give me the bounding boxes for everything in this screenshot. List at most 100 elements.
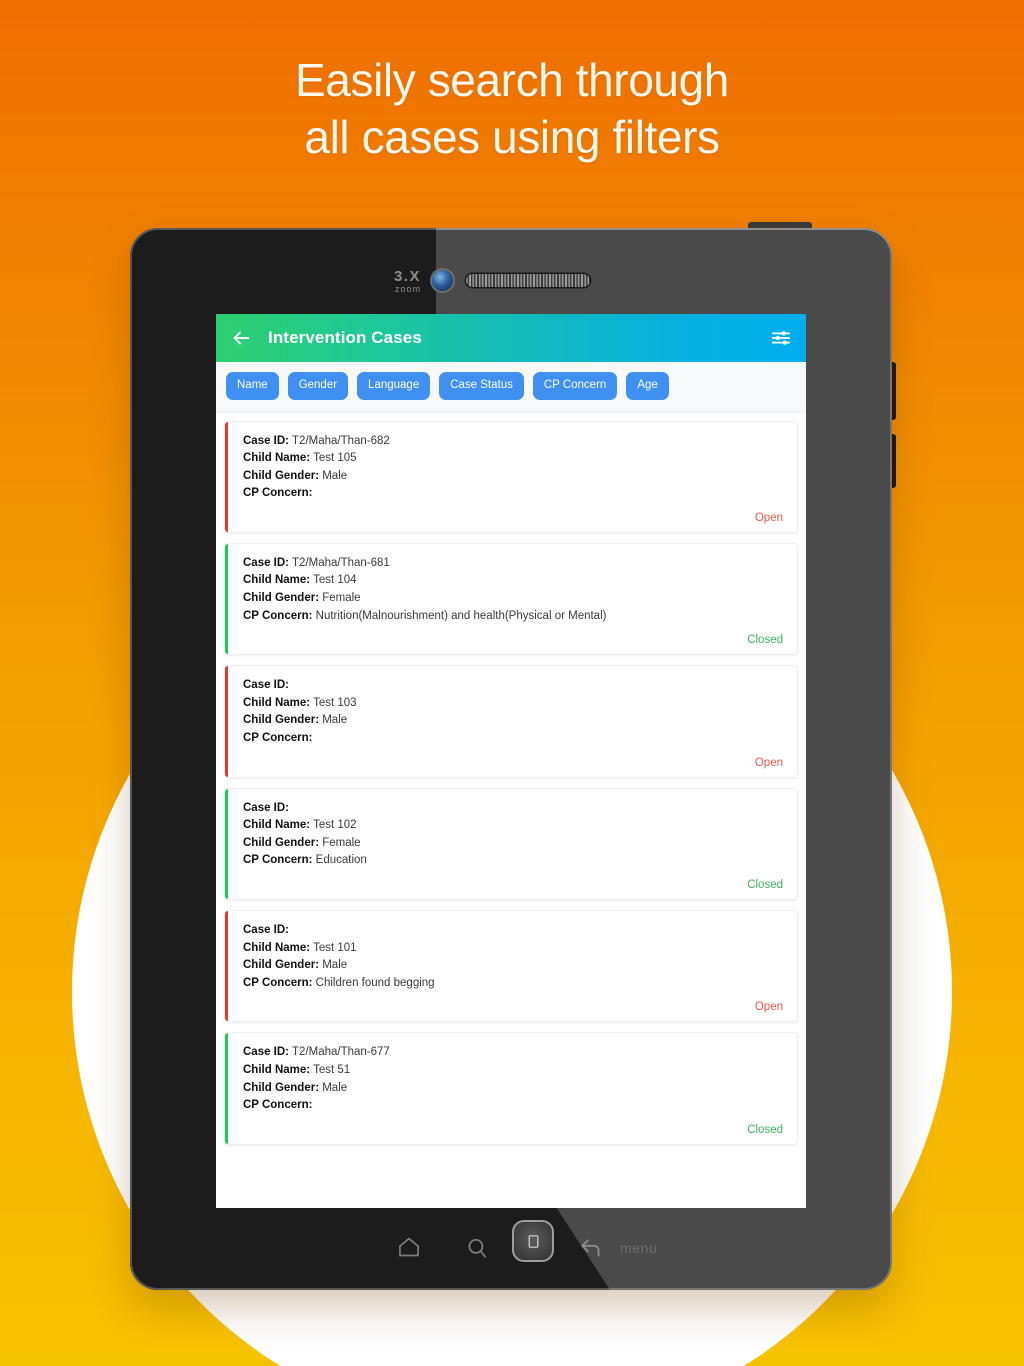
case-card[interactable]: Case ID: Child Name: Test 101 Child Gender…: [224, 910, 798, 1023]
case-field-row: Child Gender: Male: [243, 468, 783, 486]
case-field-row: Case ID: T2/Maha/Than-681: [243, 555, 783, 573]
filter-chip-case-status[interactable]: Case Status: [439, 372, 524, 400]
child-name-value: Test 101: [310, 941, 357, 954]
case-list: Case ID: T2/Maha/Than-682 Child Name: Tes…: [216, 412, 806, 1208]
promo-background: Easily search through all cases using fi…: [0, 0, 1024, 1366]
speaker-grille: [466, 274, 590, 287]
case-field-row: Child Name: Test 51: [243, 1062, 783, 1080]
case-card[interactable]: Case ID: Child Name: Test 102 Child Gender…: [224, 787, 798, 900]
case-field-row: Child Name: Test 102: [243, 817, 783, 835]
case-field-row: Child Gender: Male: [243, 712, 783, 730]
case-field-row: CP Concern:: [243, 1097, 783, 1115]
case-field-row: CP Concern: Nutrition(Malnourishment) an…: [243, 608, 783, 626]
case-field-row: CP Concern: Children found begging: [243, 975, 783, 993]
case-status-accent-bar: [225, 788, 228, 899]
case-id-value: T2/Maha/Than-677: [289, 1046, 390, 1059]
child-name-label: Child Name:: [243, 1063, 311, 1076]
case-card[interactable]: Case ID: T2/Maha/Than-682 Child Name: Tes…: [224, 420, 798, 533]
child-name-value: Test 102: [310, 819, 357, 832]
case-field-row: Case ID: T2/Maha/Than-682: [243, 433, 783, 451]
filter-chip-gender[interactable]: Gender: [287, 372, 349, 400]
app-bar: Intervention Cases: [216, 314, 806, 362]
filter-chip-name[interactable]: Name: [226, 372, 279, 400]
cp-concern-value: Children found begging: [312, 976, 435, 989]
case-id-label: Case ID:: [243, 801, 290, 814]
case-id-value: T2/Maha/Than-682: [289, 434, 390, 447]
case-card[interactable]: Case ID: Child Name: Test 103 Child Gender…: [224, 665, 798, 778]
child-gender-label: Child Gender:: [243, 592, 320, 605]
case-field-row: Case ID: T2/Maha/Than-677: [243, 1044, 783, 1062]
cp-concern-value: Nutrition(Malnourishment) and health(Phy…: [312, 609, 607, 622]
tune-sliders-icon[interactable]: [770, 327, 792, 349]
case-status-accent-bar: [225, 911, 228, 1022]
case-field-row: Child Name: Test 101: [243, 940, 783, 958]
back-arrow-icon[interactable]: [230, 327, 252, 349]
search-icon[interactable]: [464, 1235, 490, 1261]
cp-concern-label: CP Concern:: [243, 487, 313, 500]
case-field-row: Child Gender: Male: [243, 1080, 783, 1098]
case-field-row: CP Concern:: [243, 730, 783, 748]
child-name-label: Child Name:: [243, 696, 311, 709]
case-status-accent-bar: [225, 543, 228, 655]
child-name-value: Test 104: [310, 574, 357, 587]
case-card[interactable]: Case ID: T2/Maha/Than-681 Child Name: Tes…: [224, 542, 798, 656]
case-field-row: Child Name: Test 103: [243, 695, 783, 713]
child-name-label: Child Name:: [243, 452, 311, 465]
filter-chip-age[interactable]: Age: [626, 372, 669, 400]
cp-concern-label: CP Concern:: [243, 1099, 313, 1112]
back-arrow-icon[interactable]: [578, 1235, 604, 1261]
child-name-value: Test 103: [310, 696, 357, 709]
child-gender-label: Child Gender:: [243, 469, 320, 482]
case-field-row: Case ID:: [243, 800, 783, 818]
child-name-label: Child Name:: [243, 819, 311, 832]
case-field-row: Child Gender: Female: [243, 590, 783, 608]
device-nav-bar: menu: [130, 1208, 892, 1290]
filter-chip-language[interactable]: Language: [357, 372, 431, 400]
child-gender-label: Child Gender:: [243, 714, 320, 727]
child-gender-value: Male: [319, 959, 348, 972]
case-field-row: CP Concern:: [243, 485, 783, 503]
cp-concern-label: CP Concern:: [243, 976, 313, 989]
case-status-accent-bar: [225, 421, 228, 532]
status-badge: Closed: [747, 1123, 783, 1136]
cp-concern-label: CP Concern:: [243, 854, 313, 867]
status-badge: Closed: [747, 634, 783, 647]
case-id-label: Case ID:: [243, 434, 290, 447]
case-id-label: Case ID:: [243, 556, 290, 569]
status-badge: Open: [754, 756, 783, 769]
case-id-label: Case ID:: [243, 924, 290, 936]
child-gender-value: Female: [319, 836, 361, 849]
promo-headline: Easily search through all cases using fi…: [295, 54, 729, 163]
status-badge: Closed: [747, 879, 783, 891]
child-gender-label: Child Gender:: [243, 836, 320, 849]
child-gender-value: Male: [319, 714, 348, 727]
tablet-device: 3.X zoom Intervention Cases Name Gender …: [130, 228, 892, 1290]
child-gender-value: Male: [319, 469, 348, 482]
device-top-bezel: 3.X zoom: [130, 228, 892, 310]
status-badge: Open: [754, 1001, 783, 1014]
case-status-accent-bar: [225, 1033, 228, 1144]
filter-chip-cp-concern[interactable]: CP Concern: [532, 372, 618, 400]
child-gender-label: Child Gender:: [243, 1081, 320, 1094]
case-id-label: Case ID:: [243, 1046, 290, 1059]
case-field-row: Case ID:: [243, 922, 783, 940]
case-id-value: T2/Maha/Than-681: [289, 556, 390, 569]
camera-zoom-sublabel: zoom: [395, 284, 422, 294]
page-title: Intervention Cases: [268, 328, 422, 347]
camera-lens-icon: [432, 270, 453, 291]
device-screen: Intervention Cases Name Gender Language …: [216, 314, 806, 1208]
case-field-row: Case ID:: [243, 677, 783, 695]
camera-zoom-label: 3.X: [394, 268, 422, 285]
cp-concern-value: Education: [312, 854, 367, 867]
recent-apps-icon[interactable]: [512, 1220, 554, 1262]
case-field-row: CP Concern: Education: [243, 852, 783, 870]
case-card[interactable]: Case ID: T2/Maha/Than-677 Child Name: Tes…: [224, 1032, 798, 1145]
home-icon[interactable]: [396, 1234, 422, 1260]
case-field-row: Child Gender: Male: [243, 957, 783, 975]
nav-menu-label[interactable]: menu: [620, 1240, 657, 1256]
case-field-row: Child Name: Test 105: [243, 450, 783, 468]
child-gender-label: Child Gender:: [243, 959, 320, 972]
child-name-label: Child Name:: [243, 574, 311, 587]
case-id-label: Case ID:: [243, 679, 290, 692]
child-name-value: Test 51: [310, 1063, 351, 1076]
